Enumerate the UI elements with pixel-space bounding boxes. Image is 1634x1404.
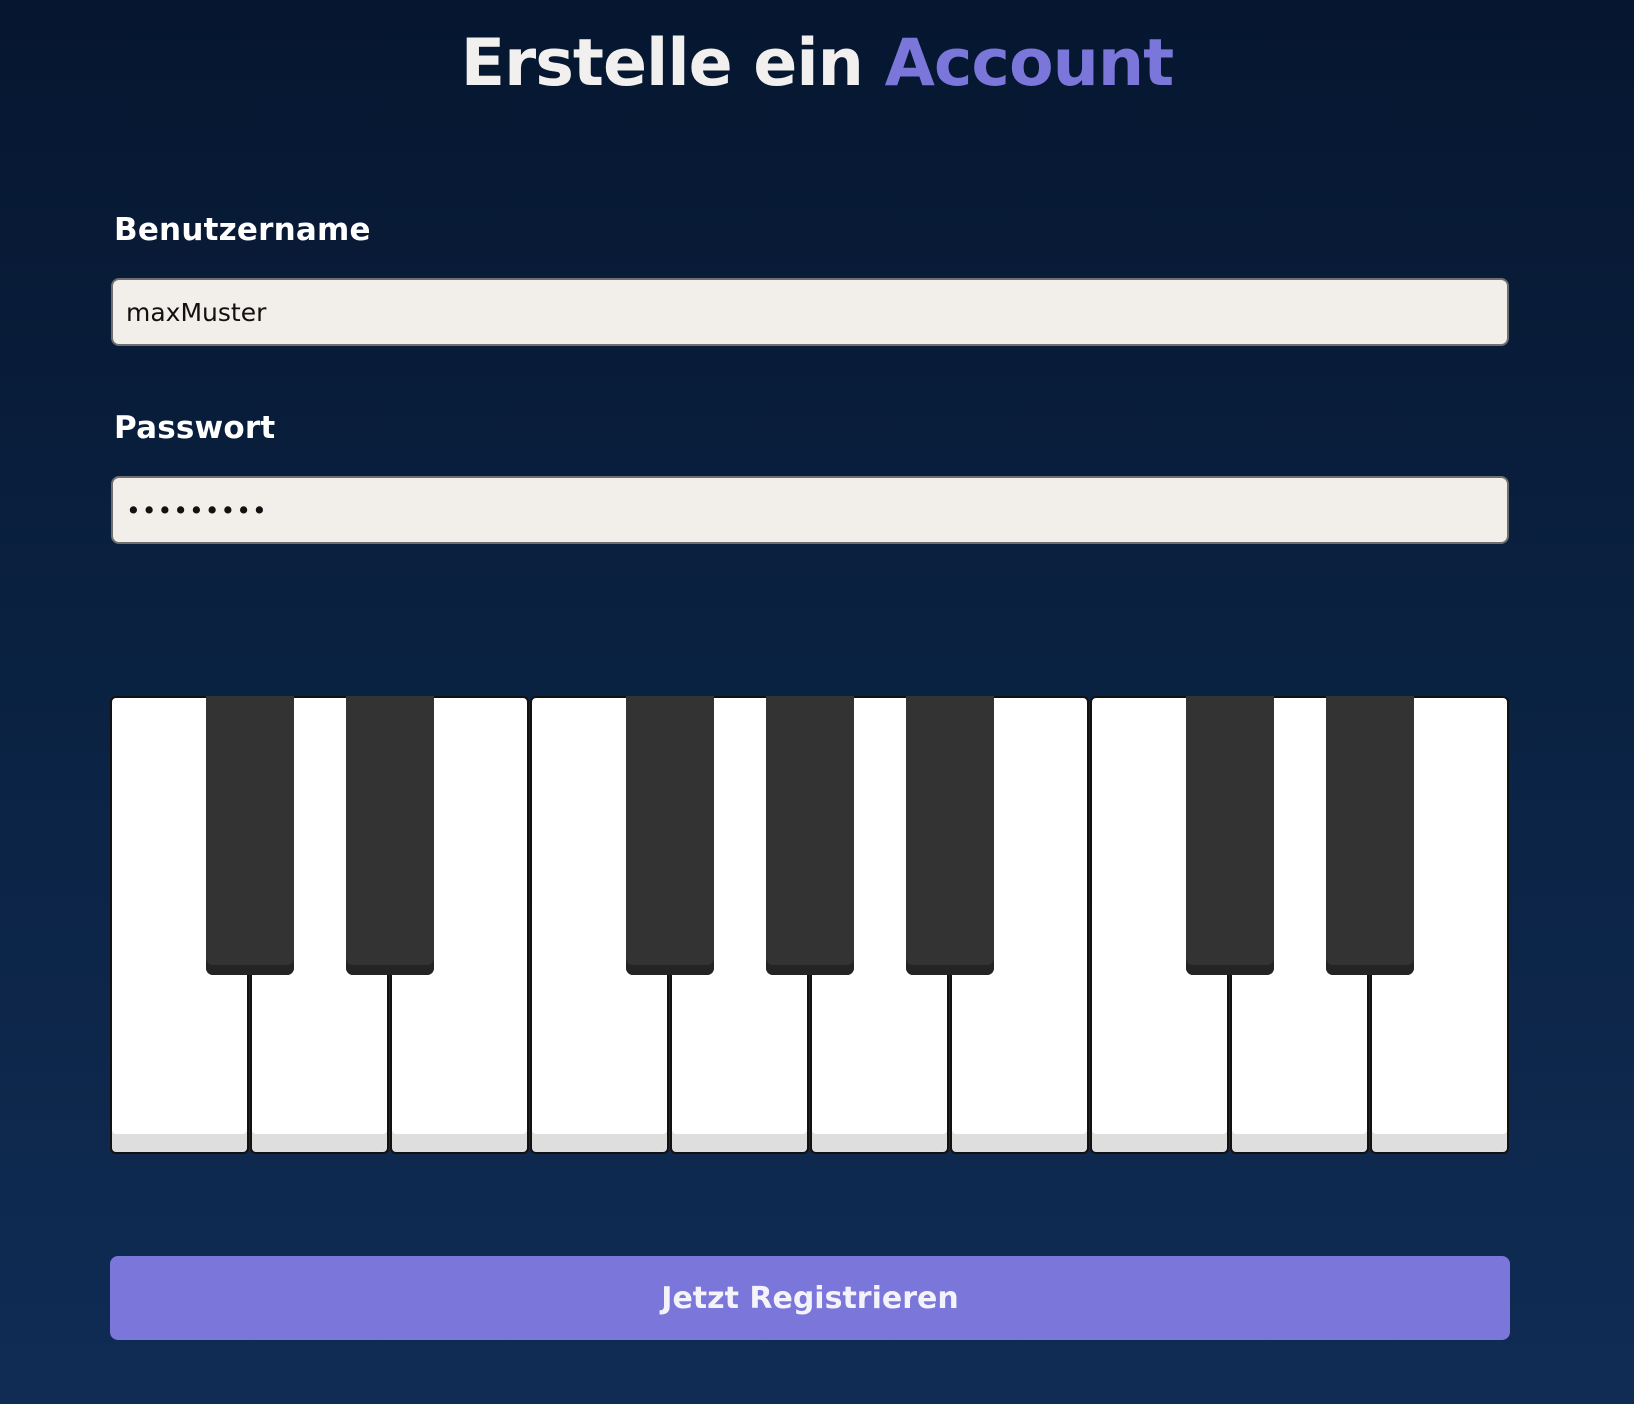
- page-title-prefix: Erstelle ein: [460, 26, 864, 101]
- piano-keyboard: [110, 696, 1510, 1156]
- piano-black-key[interactable]: [1186, 696, 1274, 975]
- piano-black-key[interactable]: [206, 696, 294, 975]
- password-input[interactable]: [111, 476, 1509, 544]
- piano-black-key[interactable]: [906, 696, 994, 975]
- username-input[interactable]: [111, 278, 1509, 346]
- register-button[interactable]: Jetzt Registrieren: [110, 1256, 1510, 1340]
- piano-black-key[interactable]: [626, 696, 714, 975]
- username-label: Benutzername: [114, 212, 371, 248]
- page-title: Erstelle ein Account: [0, 24, 1634, 104]
- password-label: Passwort: [114, 410, 276, 446]
- piano-black-key[interactable]: [1326, 696, 1414, 975]
- piano-black-key[interactable]: [346, 696, 434, 975]
- piano-black-key[interactable]: [766, 696, 854, 975]
- page-title-accent: Account: [884, 26, 1175, 101]
